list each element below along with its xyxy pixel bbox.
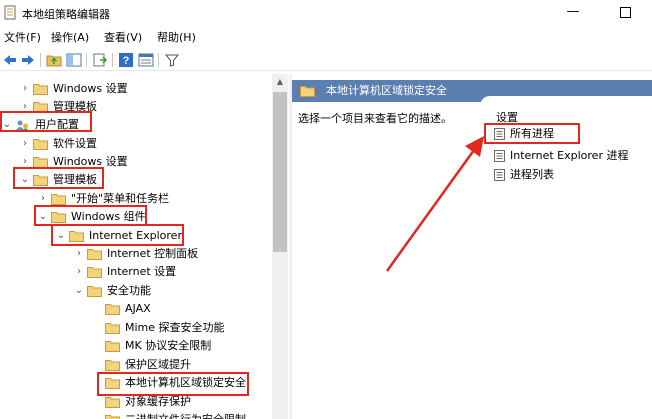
annotation-arrow bbox=[385, 136, 484, 272]
